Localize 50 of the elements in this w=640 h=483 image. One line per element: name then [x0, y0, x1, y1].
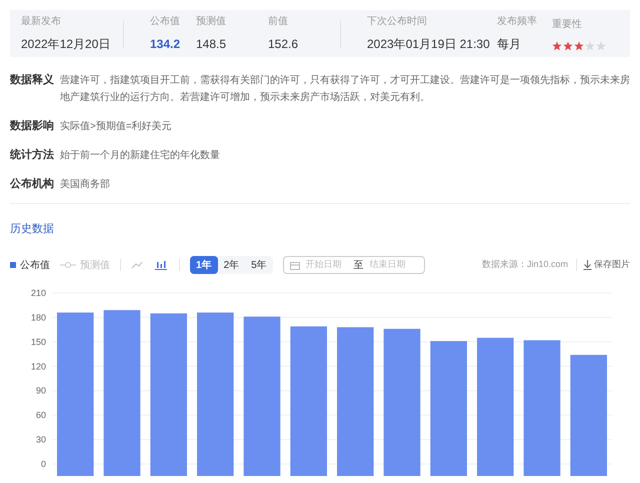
range-separator: 至: [354, 258, 364, 272]
download-icon: [583, 260, 592, 270]
save-image-button[interactable]: 保存图片: [583, 258, 630, 272]
summary-value: 152.6: [268, 36, 300, 53]
bar-chart-icon[interactable]: [155, 260, 167, 270]
calendar-icon: [290, 260, 300, 270]
summary-label: 发布频率: [497, 14, 538, 29]
detail-label: 公布机构: [10, 176, 55, 192]
summary-label: 前值: [268, 15, 289, 29]
star-icon: [574, 40, 584, 50]
axis-label: 150: [30, 336, 46, 347]
section-title: 历史数据: [10, 223, 54, 235]
range-tab[interactable]: 5年: [245, 256, 273, 274]
star-icon: [596, 40, 606, 50]
axis-label: 0: [40, 459, 46, 469]
summary-label: 公布值: [150, 15, 181, 29]
detail-text: 始于前一个月的新建住宅的年化数量: [60, 148, 220, 163]
summary-value: 2023年01月19日 21:30: [367, 36, 491, 53]
star-icon: [563, 40, 573, 50]
summary-value: 134.2: [150, 36, 182, 53]
summary-value: 每月: [497, 36, 522, 53]
detail-label: 数据释义: [10, 72, 55, 88]
axis-label: 90: [36, 386, 46, 396]
detail-text: 营建许可，指建筑项目开工前，需获得有关部门的许可，只有获得了许可，才可开工建设。营建许可是一项领先指标，预示未来房地产建筑行业的运行方向。若营建许可增加，预示未来房产市场活跃，对美元有利。: [60, 74, 630, 105]
detail-label: 统计方法: [10, 148, 55, 163]
summary-value: 2022年12月20日: [21, 36, 112, 53]
detail-label: 数据影响: [10, 118, 55, 134]
star-icon: [552, 40, 562, 50]
square-icon: [10, 262, 16, 268]
legend-item[interactable]: 公布值: [10, 258, 50, 272]
star-icon: [585, 40, 595, 50]
end-date-input[interactable]: 结束日期: [370, 258, 412, 272]
axis-label: 120: [30, 361, 46, 372]
data-source: 数据来源：Jin10.com: [482, 258, 568, 272]
summary-label: 预测值: [196, 14, 227, 29]
axis-label: 180: [30, 312, 46, 322]
detail-text: 美国商务部: [60, 178, 110, 192]
range-tab[interactable]: 2年: [218, 256, 246, 274]
summary-label: 下次公布时间: [367, 14, 428, 29]
summary-value: 148.5: [196, 36, 228, 53]
line-dot-icon: [60, 262, 76, 268]
detail-text: 实际值>预期值=利好美元: [60, 120, 172, 134]
axis-label: 60: [36, 410, 46, 420]
axis-label: 30: [36, 434, 46, 445]
range-tab[interactable]: 1年: [190, 256, 218, 274]
axis-label: 210: [30, 288, 46, 298]
summary-label: 重要性: [552, 18, 583, 32]
start-date-input[interactable]: 开始日期: [306, 258, 348, 272]
date-range-field[interactable]: 开始日期 至 结束日期: [282, 256, 425, 274]
summary-label: 最新发布: [21, 14, 62, 29]
